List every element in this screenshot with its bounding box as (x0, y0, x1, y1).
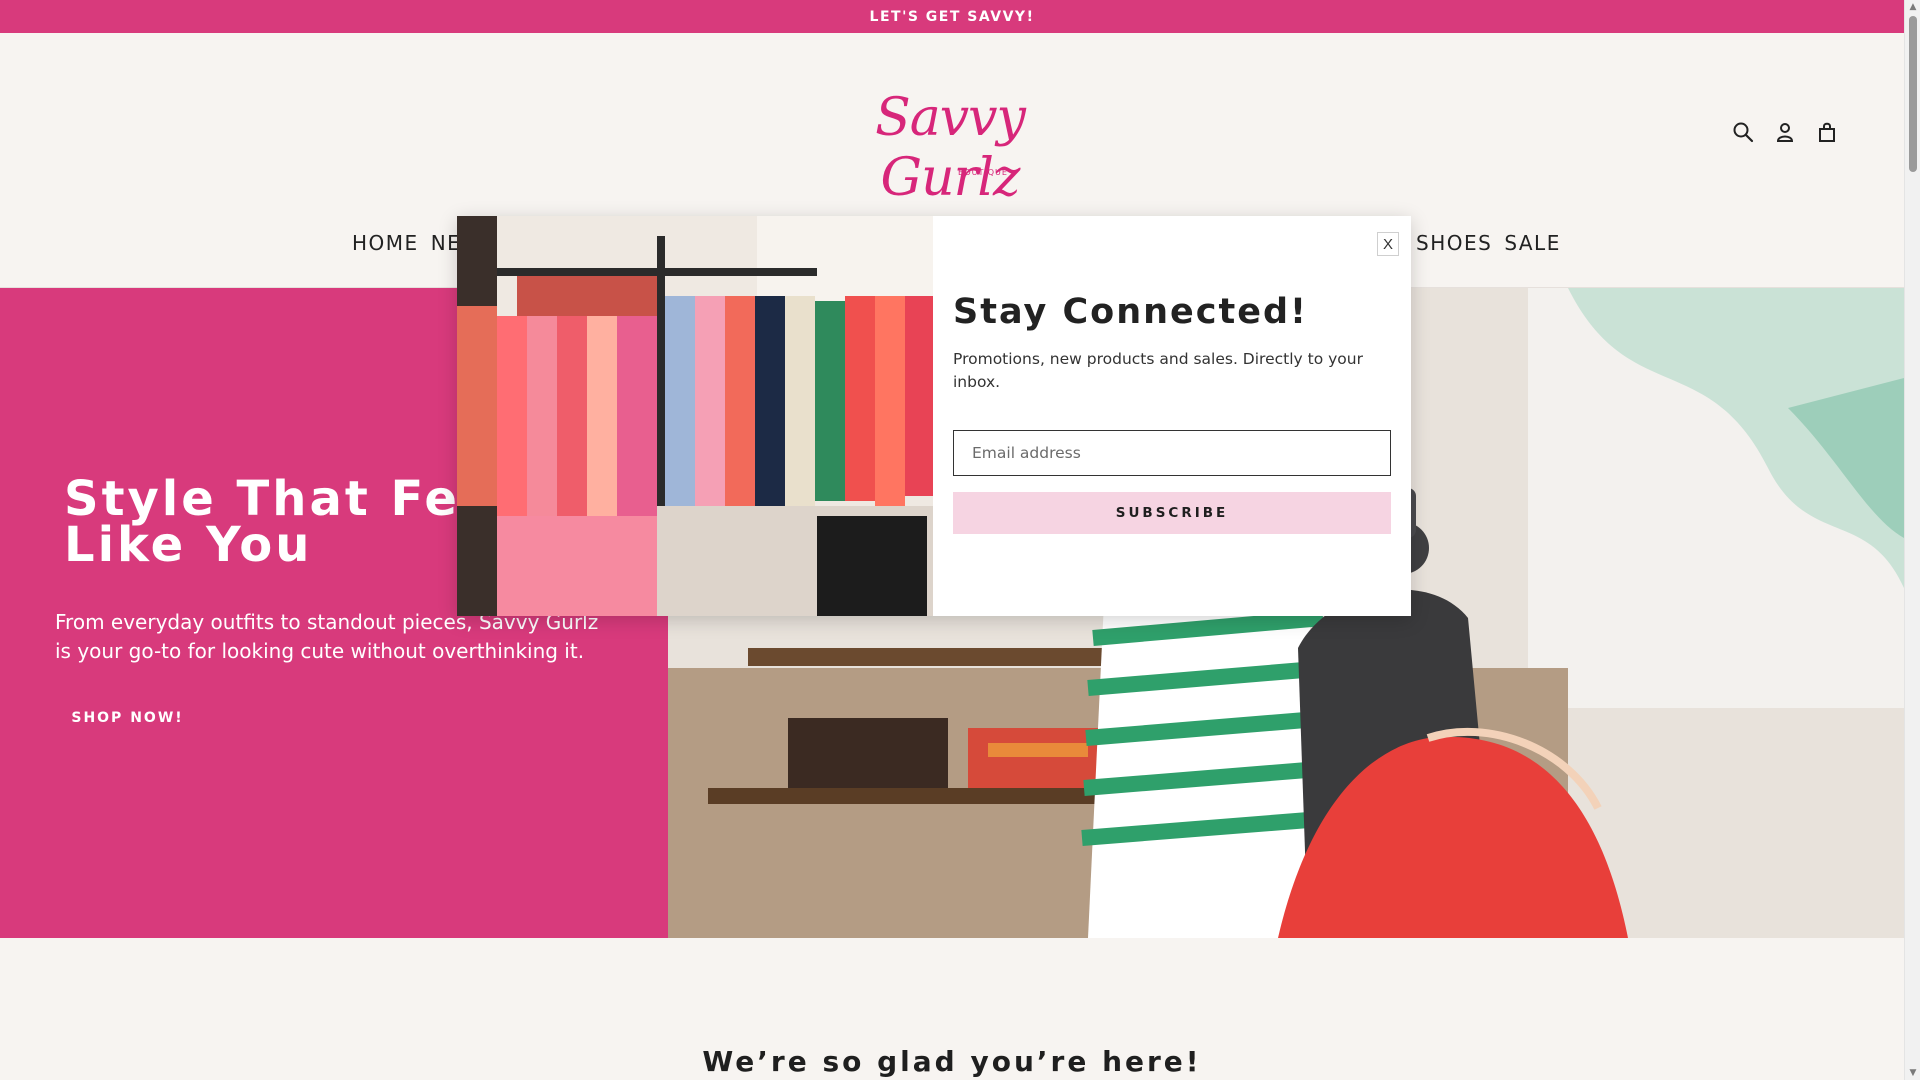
modal-title: Stay Connected! (953, 292, 1309, 332)
scroll-down-arrow-icon[interactable]: ▼ (1908, 1068, 1918, 1078)
subscribe-button[interactable]: SUBSCRIBE (953, 492, 1391, 534)
modal-content: Stay Connected! Promotions, new products… (953, 216, 1391, 616)
close-icon[interactable]: X (1377, 232, 1399, 256)
page-scrollbar[interactable]: ▲ ▼ (1904, 0, 1920, 1080)
modal-image (457, 216, 933, 616)
newsletter-overlay: Stay Connected! Promotions, new products… (0, 0, 1904, 1080)
clothing-rack-illustration (457, 216, 933, 616)
newsletter-modal: Stay Connected! Promotions, new products… (457, 216, 1411, 616)
scroll-up-arrow-icon[interactable]: ▲ (1908, 2, 1918, 12)
scroll-thumb[interactable] (1909, 16, 1917, 172)
email-field[interactable] (953, 430, 1391, 476)
modal-description: Promotions, new products and sales. Dire… (953, 350, 1363, 391)
